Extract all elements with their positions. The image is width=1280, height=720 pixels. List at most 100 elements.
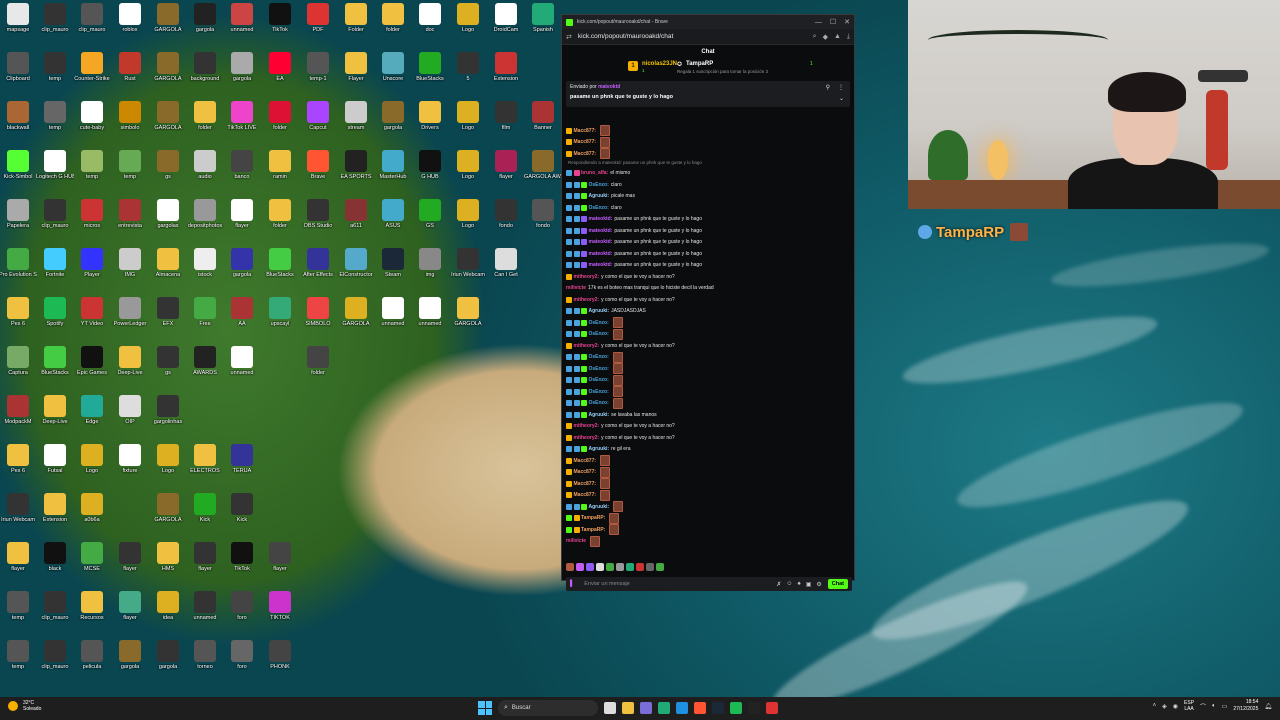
desktop-icon[interactable]: gargolas — [150, 199, 186, 247]
desktop-icon[interactable]: temp-1 — [300, 52, 336, 100]
volume-icon[interactable]: 🔈︎ — [1212, 703, 1216, 710]
desktop-icon[interactable]: clip_mauro — [74, 3, 110, 51]
desktop-icon[interactable]: Counter-Strike — [74, 52, 110, 100]
desktop-icon[interactable]: PHONK — [262, 640, 298, 688]
emote-icon[interactable] — [656, 563, 664, 571]
desktop-icon[interactable]: film — [488, 101, 524, 149]
desktop-icon[interactable]: foro — [224, 591, 260, 639]
chat-message[interactable]: TampaRP: — [566, 512, 850, 525]
chat-message[interactable]: OsEnzo: — [566, 386, 850, 398]
chat-username[interactable]: Macc877: — [574, 492, 597, 498]
desktop-icon[interactable]: Logo — [450, 101, 486, 149]
desktop-icon[interactable]: Brave — [300, 150, 336, 198]
desktop-icon[interactable]: Deep-Live — [112, 346, 148, 394]
gift-subs-icon[interactable]: ♠ — [798, 581, 801, 587]
url-field[interactable]: kick.com/popout/maurooakd/chat — [578, 33, 807, 40]
desktop-icon[interactable]: background — [187, 52, 223, 100]
desktop-icon[interactable]: folder — [187, 101, 223, 149]
emote-icon[interactable] — [606, 563, 614, 571]
desktop-icon[interactable]: flayer — [112, 591, 148, 639]
emote-icon[interactable] — [596, 563, 604, 571]
desktop-icon[interactable]: Deep-Live — [37, 395, 73, 443]
desktop-icon[interactable]: a611 — [338, 199, 374, 247]
desktop-icon[interactable]: Kick-Simbol — [0, 150, 36, 198]
desktop-icon[interactable]: AWARDS — [187, 346, 223, 394]
desktop-icon[interactable]: mapsage — [0, 3, 36, 51]
chat-username[interactable]: TampaRP: — [581, 527, 605, 533]
desktop-icon[interactable]: MCSE — [74, 542, 110, 590]
desktop-icon[interactable]: Kick — [224, 493, 260, 541]
settings-icon[interactable]: ⚙ — [816, 581, 821, 588]
chat-message[interactable]: mitheory2: y como el que te voy a hacer n… — [566, 421, 850, 433]
desktop-icon[interactable]: black — [37, 542, 73, 590]
desktop-icon[interactable]: GARGOLA — [338, 297, 374, 345]
desktop-icon[interactable]: Logo — [150, 444, 186, 492]
desktop-icon[interactable]: GARGOLA AWARDS — [524, 150, 562, 198]
desktop-icon[interactable]: unnamed — [224, 346, 260, 394]
desktop-icon[interactable]: Iriun Webcam — [450, 248, 486, 296]
chat-message[interactable]: Agruuki: se lavaba las manos — [566, 409, 850, 421]
battery-icon[interactable]: ▭ — [1222, 703, 1228, 710]
desktop-icon[interactable]: blackwall — [0, 101, 36, 149]
desktop-icon[interactable]: Free — [187, 297, 223, 345]
chat-username[interactable]: mateoktd: — [589, 216, 613, 222]
chat-message[interactable]: OsEnzo: — [566, 351, 850, 364]
desktop-icon[interactable]: Almacena — [150, 248, 186, 296]
desktop-icon[interactable]: PDF — [300, 3, 336, 51]
pinned-message[interactable]: Enviado por mateoktd pasame un phnk que … — [566, 81, 850, 107]
desktop-icon[interactable]: GARGOLA — [150, 493, 186, 541]
desktop-icon[interactable]: Logo — [450, 3, 486, 51]
desktop-icon[interactable]: audio — [187, 150, 223, 198]
chat-message[interactable]: Agruuki: — [566, 501, 850, 513]
leader-second-name[interactable]: TampaRP — [686, 61, 713, 67]
chat-message[interactable]: Agruuki: JASDJASDJAS — [566, 306, 850, 318]
desktop-icon[interactable]: DroidCam — [488, 3, 524, 51]
desktop-icon[interactable]: TikTok — [262, 3, 298, 51]
notification-icon[interactable]: 🔔︎ — [1264, 703, 1272, 710]
desktop-icon[interactable]: TERUA — [224, 444, 260, 492]
language-indicator[interactable]: ESP LAA — [1184, 700, 1194, 712]
desktop-icon[interactable]: Pes 6 — [0, 297, 36, 345]
chat-input[interactable]: Enviar un mensaje — [584, 581, 771, 587]
desktop-icon[interactable]: Recursos — [74, 591, 110, 639]
desktop-icon[interactable]: Unscore — [375, 52, 411, 100]
desktop-icon[interactable]: a0b6a — [74, 493, 110, 541]
desktop-icon[interactable]: BlueStacks — [412, 52, 448, 100]
desktop-icon[interactable]: Player — [74, 248, 110, 296]
desktop-icon[interactable]: flayer — [262, 542, 298, 590]
wifi-icon[interactable]: ⌒ — [1200, 702, 1206, 711]
desktop-icon[interactable]: folder — [262, 199, 298, 247]
desktop-icon[interactable]: clip_mauro — [37, 3, 73, 51]
desktop-icon[interactable]: pelicula — [74, 640, 110, 688]
pinned-sender-name[interactable]: mateoktd — [598, 84, 620, 90]
desktop-icon[interactable]: roblox — [112, 3, 148, 51]
file-explorer-icon[interactable] — [622, 702, 634, 714]
desktop-icon[interactable]: upscayl — [262, 297, 298, 345]
chevron-up-icon[interactable]: ˄ — [1153, 703, 1157, 709]
desktop-icon[interactable]: flayer — [0, 542, 36, 590]
desktop-icon[interactable]: Steam — [375, 248, 411, 296]
desktop-icon[interactable]: entrevista — [112, 199, 148, 247]
desktop-icon[interactable]: fixture — [112, 444, 148, 492]
emote-icon[interactable] — [576, 563, 584, 571]
desktop-icon[interactable]: SIMBOLO — [300, 297, 336, 345]
desktop-icon[interactable]: Captura — [0, 346, 36, 394]
app-icon[interactable] — [640, 702, 652, 714]
app-icon[interactable] — [766, 702, 778, 714]
chat-username[interactable]: TampaRP: — [581, 515, 605, 521]
desktop-icon[interactable]: banco — [224, 150, 260, 198]
chat-message[interactable]: OsEnzo: — [566, 317, 850, 329]
chat-message[interactable]: Macc877: — [566, 478, 850, 490]
desktop-icon[interactable]: depositphotos — [187, 199, 223, 247]
desktop-icon[interactable]: gargola — [187, 3, 223, 51]
chat-username[interactable]: bruno_alfa: — [581, 170, 608, 176]
chat-username[interactable]: milivicte — [566, 285, 586, 291]
desktop-icon[interactable]: GARGOLA — [450, 297, 486, 345]
chat-message[interactable]: mateoktd: pasame un phnk que te guste y l… — [566, 237, 850, 249]
desktop-icon[interactable]: Spotify — [37, 297, 73, 345]
emote-icon[interactable] — [646, 563, 654, 571]
steam-icon[interactable] — [712, 702, 724, 714]
chat-username[interactable]: mitheory2: — [574, 435, 600, 441]
desktop-icon[interactable]: Pro Evolution Soccer — [0, 248, 37, 296]
desktop-icon[interactable]: istock — [187, 248, 223, 296]
